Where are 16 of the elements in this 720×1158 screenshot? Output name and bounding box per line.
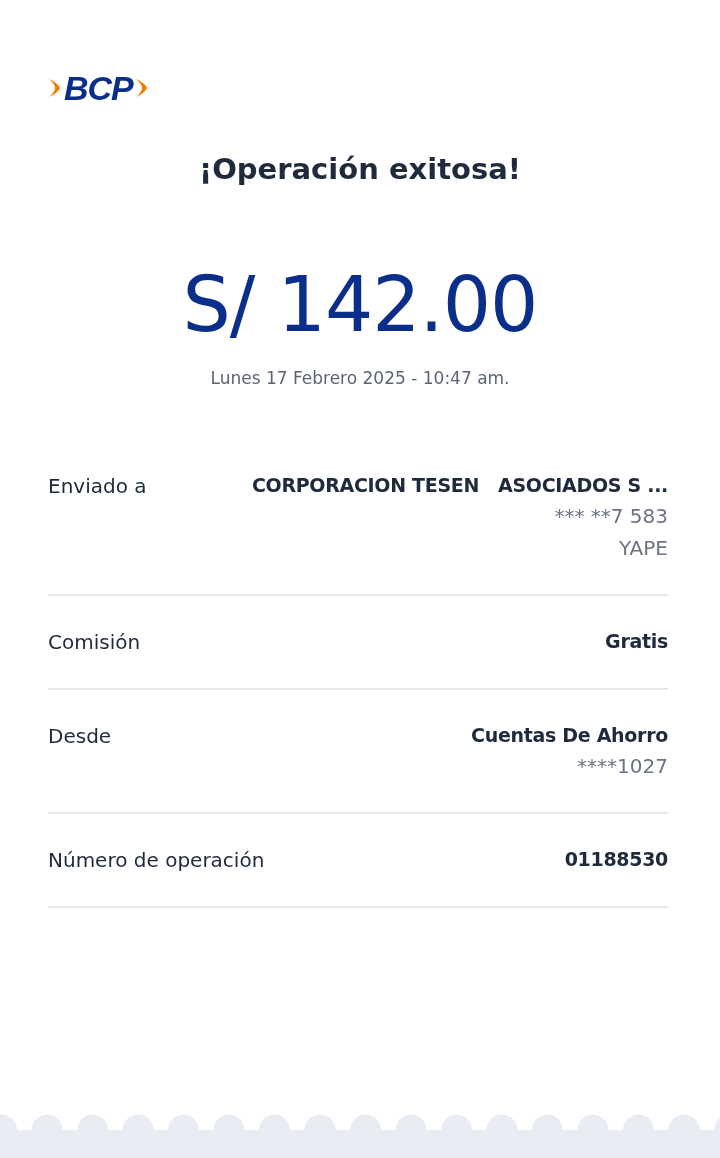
- detail-value: Cuentas De Ahorro: [471, 724, 668, 747]
- bank-logo: BCP: [64, 71, 133, 105]
- detail-label: Número de operación: [48, 848, 265, 873]
- detail-label: Comisión: [48, 630, 141, 655]
- success-title: ¡Operación exitosa!: [197, 152, 523, 187]
- date-time: Lunes 17 Febrero 2025 - 10:47 am.: [209, 368, 511, 389]
- detail-subtext: *** **7 583: [554, 504, 668, 529]
- detail-value: Gratis: [605, 630, 668, 653]
- detail-value: 01188530: [564, 848, 668, 871]
- chevron-icon: [48, 77, 62, 99]
- detail-value: CORPORACION TESEN ASOCIADOS S ...: [251, 474, 668, 497]
- amount: S/ 142.00: [181, 262, 539, 347]
- detail-subtext: ****1027: [577, 754, 668, 779]
- detail-subtext: YAPE: [618, 536, 668, 561]
- detail-label: Enviado a: [48, 474, 147, 499]
- detail-label: Desde: [48, 724, 112, 749]
